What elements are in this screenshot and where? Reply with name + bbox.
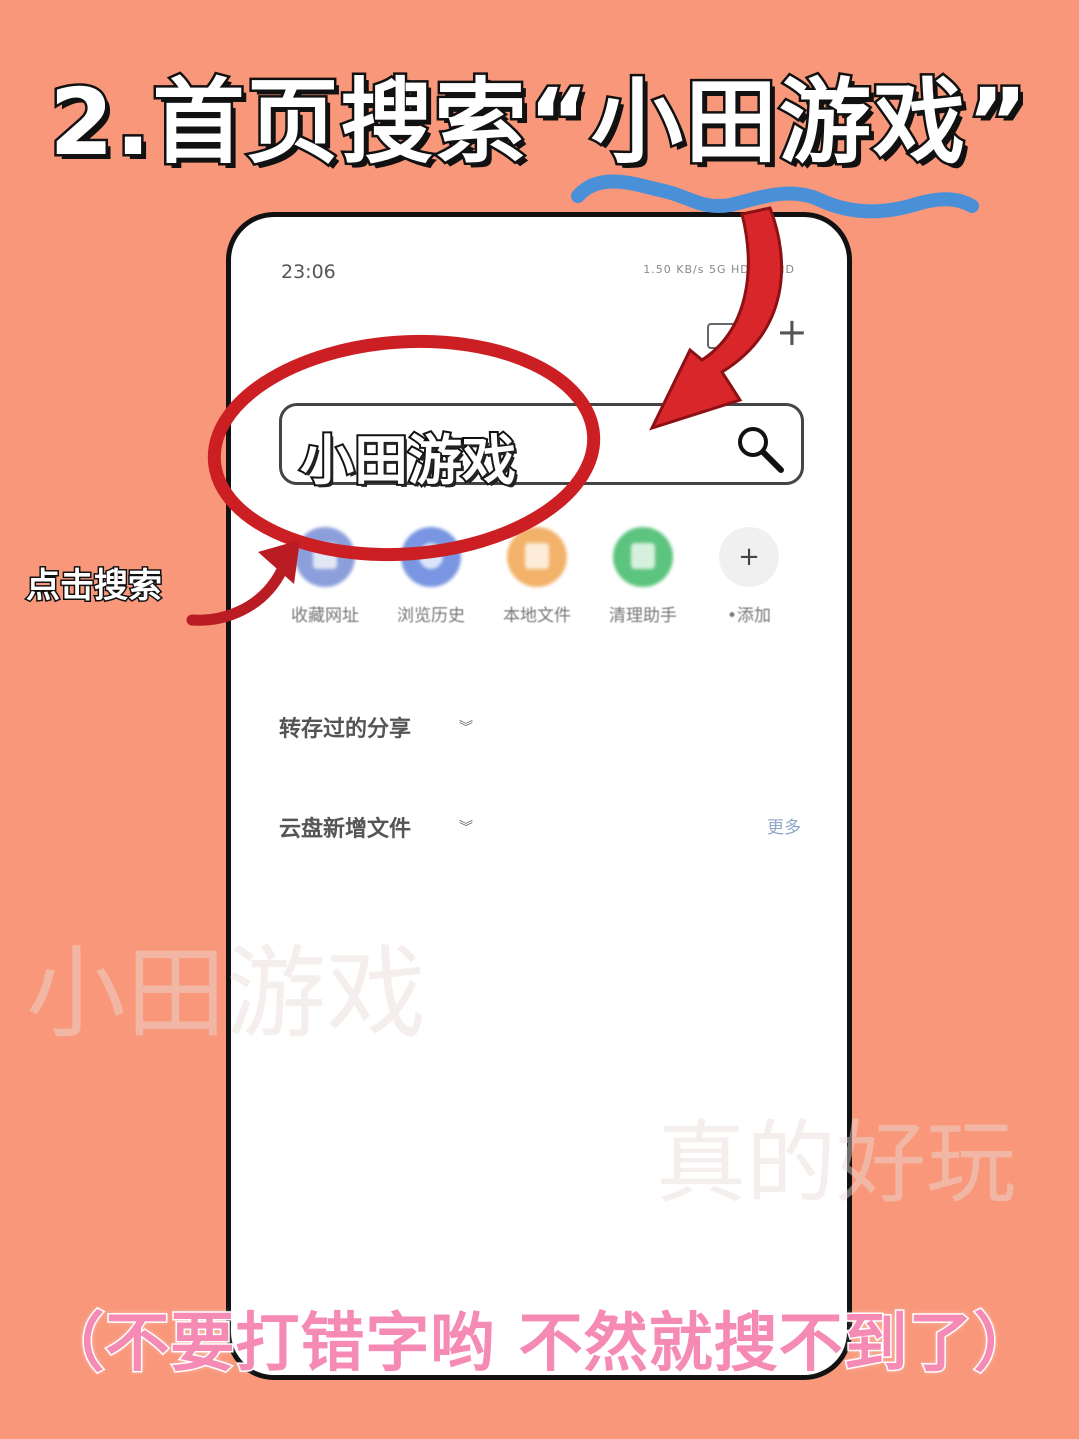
small-red-arrow xyxy=(186,564,288,626)
big-red-arrow xyxy=(649,206,784,431)
red-circle-highlight xyxy=(207,334,601,562)
blue-squiggle xyxy=(571,174,979,219)
annotation-overlay xyxy=(186,174,979,626)
warning-note: （不要打错字哟 不然就搜不到了） xyxy=(39,1306,1039,1383)
tap-search-note: 点击搜索 xyxy=(25,565,164,608)
